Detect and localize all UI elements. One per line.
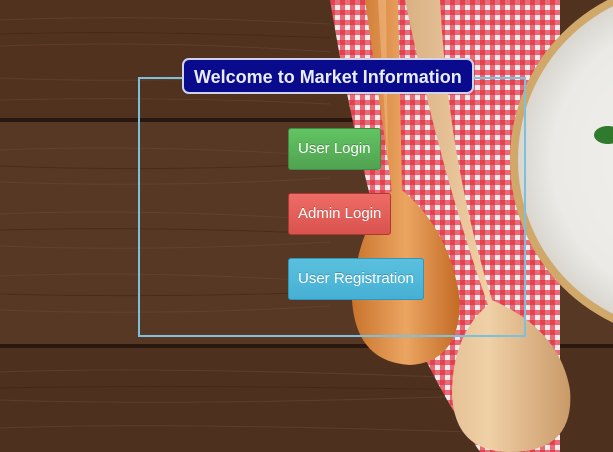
user-login-button[interactable]: User Login [288,128,381,170]
user-registration-button[interactable]: User Registration [288,258,424,300]
admin-login-button[interactable]: Admin Login [288,193,392,235]
page-title: Welcome to Market Information [182,58,474,94]
